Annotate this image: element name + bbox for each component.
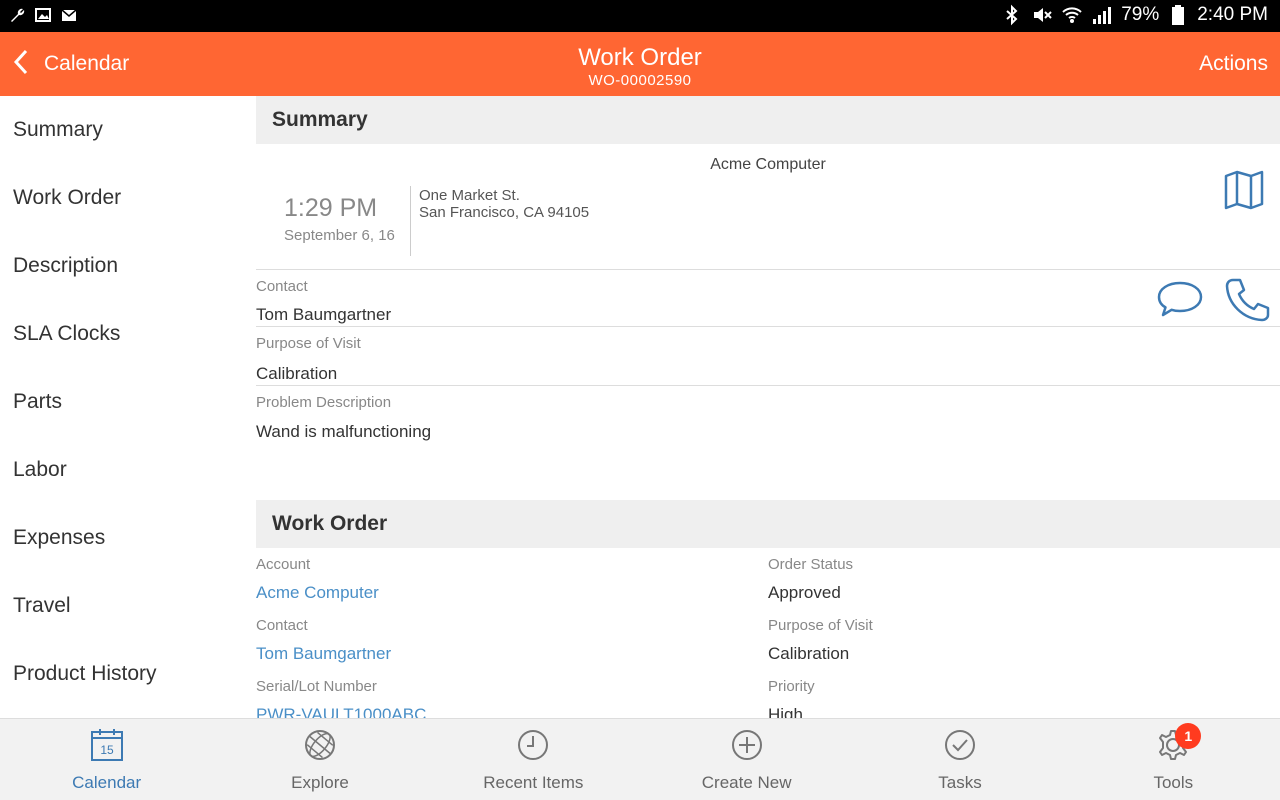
sidebar-item-summary[interactable]: Summary [0, 96, 256, 164]
mail-icon [60, 6, 78, 24]
signal-icon [1091, 4, 1113, 26]
chat-icon[interactable] [1156, 280, 1204, 323]
wo-contact-label: Contact [256, 617, 308, 634]
order-status-value: Approved [768, 583, 841, 602]
tab-tools[interactable]: 1 Tools [1067, 719, 1280, 800]
account-link[interactable]: Acme Computer [256, 583, 379, 603]
notification-badge: 1 [1175, 723, 1202, 749]
work-order-number: WO-00002590 [588, 72, 692, 89]
sidebar-item-travel[interactable]: Travel [0, 572, 256, 640]
battery-percent: 79% [1121, 4, 1160, 25]
sidebar-item-work-order[interactable]: Work Order [0, 164, 256, 232]
status-time: 2:40 PM [1197, 4, 1268, 25]
purpose-label: Purpose of Visit [256, 335, 361, 352]
appointment-time-block: 1:29 PM September 6, 16 [284, 194, 395, 244]
appointment-time: 1:29 PM [284, 194, 378, 222]
tab-calendar-label: Calendar [72, 773, 142, 792]
purpose-value: Calibration [256, 364, 338, 383]
actions-button[interactable]: Actions [1199, 32, 1268, 96]
divider [410, 186, 411, 256]
address-block: One Market St. San Francisco, CA 94105 [419, 187, 589, 221]
order-status-label: Order Status [768, 556, 854, 573]
account-label: Account [256, 556, 311, 573]
tab-tasks[interactable]: Tasks [853, 719, 1066, 800]
wo-contact-link[interactable]: Tom Baumgartner [256, 644, 391, 664]
wifi-icon [1061, 4, 1083, 26]
summary-section-header: Summary [256, 96, 1280, 144]
page-title: Work Order [578, 44, 702, 71]
phone-icon[interactable] [1224, 278, 1270, 327]
summary-account-name: Acme Computer [710, 156, 826, 173]
sidebar-item-description[interactable]: Description [0, 232, 256, 300]
check-circle-icon [943, 728, 977, 767]
tab-explore-label: Explore [291, 773, 349, 792]
address-line-2: San Francisco, CA 94105 [419, 204, 590, 221]
calendar-icon: 15 [90, 728, 124, 767]
work-order-section-header: Work Order [256, 500, 1280, 548]
header-title-group: Work Order WO-00002590 [440, 44, 840, 90]
priority-label: Priority [768, 678, 815, 695]
sidebar-item-labor[interactable]: Labor [0, 436, 256, 504]
chevron-left-icon [12, 49, 30, 80]
tab-calendar[interactable]: 15 Calendar [0, 719, 213, 800]
address-line-1: One Market St. [419, 187, 520, 204]
contact-value: Tom Baumgartner [256, 305, 392, 324]
tab-create-new-label: Create New [701, 773, 792, 792]
appointment-date: September 6, 16 [284, 227, 395, 244]
tab-tools-label: Tools [1153, 773, 1194, 792]
sidebar-item-sla-clocks[interactable]: SLA Clocks [0, 300, 256, 368]
divider [256, 326, 1280, 327]
bluetooth-icon [1001, 4, 1023, 26]
clock-icon [516, 728, 550, 767]
battery-icon [1167, 4, 1189, 26]
calendar-day: 15 [100, 743, 114, 757]
serial-link[interactable]: PWR-VAULT1000ABC [256, 705, 426, 718]
plus-circle-icon [730, 728, 764, 767]
map-icon[interactable] [1224, 170, 1264, 215]
tab-explore[interactable]: Explore [213, 719, 426, 800]
image-icon [34, 6, 52, 24]
wrench-icon [8, 6, 26, 24]
sidebar-item-expenses[interactable]: Expenses [0, 504, 256, 572]
tab-recent-items-label: Recent Items [483, 773, 584, 792]
problem-value: Wand is malfunctioning [256, 422, 432, 441]
tab-tasks-label: Tasks [938, 773, 982, 792]
tab-recent-items[interactable]: Recent Items [427, 719, 640, 800]
tab-create-new[interactable]: Create New [640, 719, 853, 800]
sidebar: Summary Work Order Description SLA Clock… [0, 96, 256, 718]
divider [256, 385, 1280, 386]
wo-purpose-value: Calibration [768, 644, 850, 663]
sidebar-item-product-history[interactable]: Product History [0, 640, 256, 708]
problem-label: Problem Description [256, 394, 392, 411]
priority-value: High [768, 705, 803, 718]
bottom-tab-bar: 15 Calendar Explore Recent Items Create … [0, 718, 1280, 800]
back-label: Calendar [44, 52, 130, 75]
main-content[interactable]: Summary Acme Computer 1:29 PM September … [256, 96, 1280, 718]
mute-icon [1031, 4, 1053, 26]
divider [256, 269, 1280, 270]
wo-purpose-label: Purpose of Visit [768, 617, 873, 634]
contact-label: Contact [256, 278, 308, 295]
globe-icon [303, 728, 337, 767]
back-button[interactable]: Calendar [12, 32, 129, 96]
serial-label: Serial/Lot Number [256, 678, 377, 695]
sidebar-item-parts[interactable]: Parts [0, 368, 256, 436]
status-bar: 79% 2:40 PM [0, 0, 1280, 32]
app-header: Calendar Work Order WO-00002590 Actions [0, 32, 1280, 96]
